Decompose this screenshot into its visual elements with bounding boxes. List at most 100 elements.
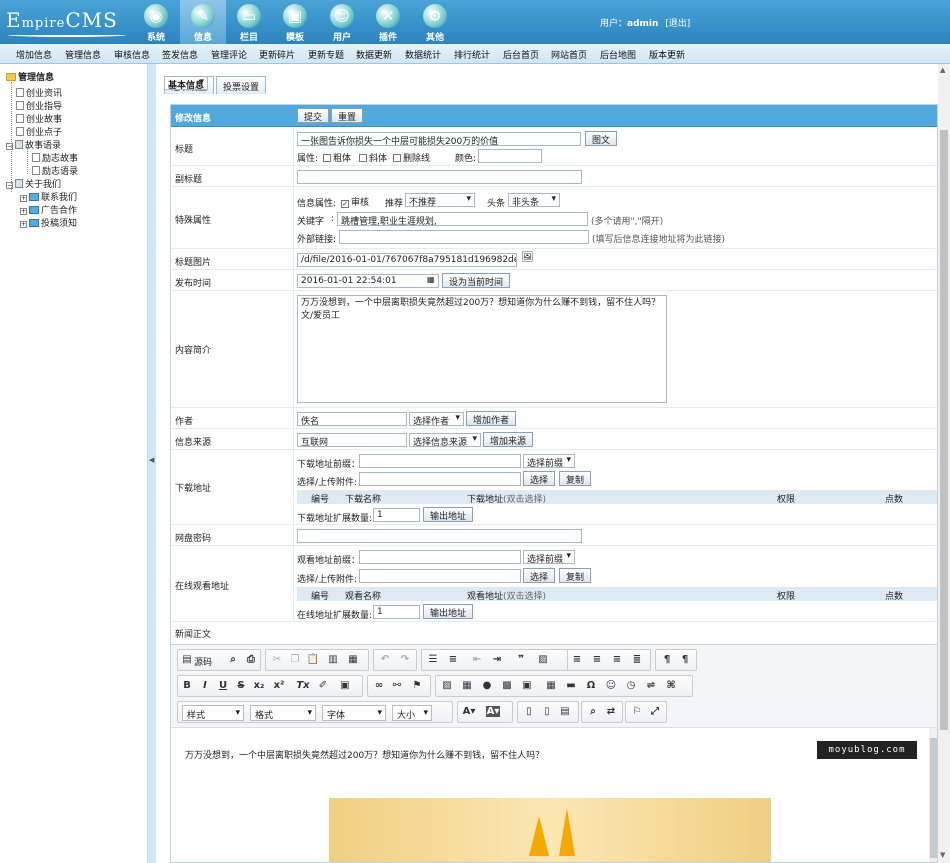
tree-item[interactable]: 创业故事 — [16, 112, 62, 125]
author-select[interactable]: 选择作者 — [409, 412, 464, 427]
tree-group[interactable]: − 关于我们 — [6, 177, 61, 190]
expand-icon[interactable]: + — [20, 221, 27, 228]
redo-icon[interactable]: ↷ — [398, 654, 412, 665]
collapse-icon[interactable]: − — [6, 143, 13, 150]
undo-icon[interactable]: ↶ — [378, 654, 392, 665]
nav-tools[interactable]: ✕ 插件 — [365, 0, 411, 44]
expand-icon[interactable]: + — [20, 195, 27, 202]
title-input[interactable]: 一张图告诉你损失一个中层可能损失200万的价值 — [297, 132, 581, 146]
ol-ext-input[interactable]: 1 — [373, 605, 420, 619]
dl-upload-input[interactable] — [359, 472, 521, 486]
nav-template[interactable]: ▣ 模板 — [272, 0, 318, 44]
menu-item[interactable]: 增加信息 — [16, 48, 52, 61]
set-current-time-button[interactable]: 设为当前时间 — [442, 273, 511, 288]
media-icon[interactable]: ● — [480, 680, 494, 691]
doc-props-icon[interactable]: ▤ — [558, 706, 572, 717]
source-input[interactable]: 互联网 — [297, 433, 407, 447]
subtitle-input[interactable] — [297, 170, 582, 184]
check-checkbox[interactable]: ✓ 审核 — [341, 195, 369, 208]
add-author-button[interactable]: 增加作者 — [466, 411, 517, 426]
editor-scrollbar[interactable] — [929, 728, 937, 862]
paste-word-icon[interactable]: ▦ — [346, 654, 360, 665]
show-blocks-icon[interactable]: ⚐ — [630, 706, 644, 717]
text-color-icon[interactable]: A▾ — [462, 706, 476, 717]
tab-vote[interactable]: 投票设置 — [216, 76, 267, 94]
page-scrollbar[interactable]: ▲ ▼ — [938, 64, 950, 863]
logout-link[interactable]: [退出] — [665, 19, 690, 29]
nav-gear[interactable]: ⚙ 其他 — [412, 0, 458, 44]
page-break-icon[interactable]: ⇌ — [644, 680, 658, 691]
code-icon[interactable]: ⌘ — [664, 680, 678, 691]
copy-format-icon[interactable]: ✐ — [316, 680, 330, 691]
netdisk-input[interactable] — [297, 529, 582, 543]
print-icon[interactable]: ⎙ — [244, 654, 258, 665]
flash-icon[interactable]: ▦ — [460, 680, 474, 691]
align-justify-icon[interactable]: ≣ — [630, 654, 644, 665]
menu-item[interactable]: 管理评论 — [211, 48, 247, 61]
tree-item[interactable]: + 投稿须知 — [20, 216, 77, 229]
menu-item[interactable]: 后台首页 — [503, 48, 539, 61]
author-input[interactable]: 佚名 — [297, 412, 407, 426]
ol-copy-button[interactable]: 复制 — [559, 568, 592, 583]
add-source-button[interactable]: 增加来源 — [483, 432, 534, 447]
special-char-icon[interactable]: Ω — [584, 680, 598, 691]
nav-folder[interactable]: ▭ 栏目 — [226, 0, 272, 44]
blockquote-icon[interactable]: ❞ — [514, 654, 528, 665]
tree-item[interactable]: 创业点子 — [16, 125, 62, 138]
titlepic-input[interactable]: /d/file/2016-01-01/767067f8a795181d19698… — [297, 253, 517, 267]
reset-button[interactable]: 重置 — [331, 108, 364, 123]
scroll-thumb[interactable] — [940, 130, 948, 730]
menu-item[interactable]: 更新碎片 — [259, 48, 295, 61]
emoticon-icon[interactable]: ☺ — [604, 680, 618, 691]
superscript-icon[interactable]: x² — [272, 680, 286, 691]
subscript-icon[interactable]: x₂ — [252, 680, 266, 691]
format-combo[interactable]: 格式 — [250, 705, 316, 721]
menu-item[interactable]: 签发信息 — [162, 48, 198, 61]
font-combo[interactable]: 字体 — [322, 705, 386, 721]
tree-item[interactable]: 励志故事 — [32, 151, 78, 164]
tree-item[interactable]: + 联系我们 — [20, 190, 77, 203]
external-link-input[interactable] — [339, 230, 589, 244]
expand-icon[interactable]: + — [20, 208, 27, 215]
color-input[interactable] — [478, 149, 542, 163]
numbered-list-icon[interactable]: ☰ — [426, 654, 440, 665]
menu-item[interactable]: 管理信息 — [65, 48, 101, 61]
picture-title-button[interactable]: 图文 — [585, 131, 618, 146]
align-center-icon[interactable]: ≡ — [590, 654, 604, 665]
source-select[interactable]: 选择信息来源 — [409, 433, 481, 448]
dl-ext-input[interactable]: 1 — [373, 508, 420, 522]
link-icon[interactable]: ∞ — [372, 680, 386, 691]
tree-item[interactable]: + 广告合作 — [20, 203, 77, 216]
align-right-icon[interactable]: ≡ — [610, 654, 624, 665]
strikethrough-icon[interactable]: S — [234, 680, 248, 691]
bold-checkbox[interactable]: 粗体 — [323, 151, 351, 164]
collapse-icon[interactable]: − — [6, 182, 13, 189]
file-icon[interactable]: ▩ — [500, 680, 514, 691]
italic-checkbox[interactable]: 斜体 — [359, 151, 387, 164]
find-icon[interactable]: ⌕ — [586, 706, 600, 717]
italic-icon[interactable]: I — [198, 680, 212, 691]
preview-icon[interactable]: ⌕ — [226, 654, 240, 665]
source-icon[interactable]: ▤ — [180, 654, 194, 665]
dl-copy-button[interactable]: 复制 — [559, 471, 592, 486]
doc-icon[interactable]: ▯ — [522, 706, 536, 717]
dl-prefix-select[interactable]: 选择前缀 — [523, 454, 575, 469]
ol-upload-input[interactable] — [359, 569, 521, 583]
tree-item[interactable]: 创业指导 — [16, 99, 62, 112]
unlink-icon[interactable]: ⚯ — [390, 680, 404, 691]
paste-icon[interactable]: 📋 — [306, 654, 320, 665]
nav-edit[interactable]: ✎ 信息 — [180, 0, 226, 44]
menu-item[interactable]: 排行统计 — [454, 48, 490, 61]
strike-checkbox[interactable]: 删除线 — [393, 151, 430, 164]
div-icon[interactable]: ▨ — [536, 654, 550, 665]
tab-basic[interactable]: 基本信息 — [164, 76, 209, 91]
menu-item[interactable]: 数据统计 — [405, 48, 441, 61]
menu-item[interactable]: 版本更新 — [649, 48, 685, 61]
tree-root[interactable]: 管理信息 — [6, 70, 54, 83]
recommend-select[interactable]: 不推荐 — [405, 193, 475, 208]
ol-select-button[interactable]: 选择 — [523, 568, 556, 583]
scroll-up-icon[interactable]: ▲ — [940, 66, 945, 74]
replace-icon[interactable]: ⇄ — [604, 706, 618, 717]
submit-button[interactable]: 提交 — [297, 108, 330, 123]
table-icon[interactable]: ▦ — [544, 680, 558, 691]
